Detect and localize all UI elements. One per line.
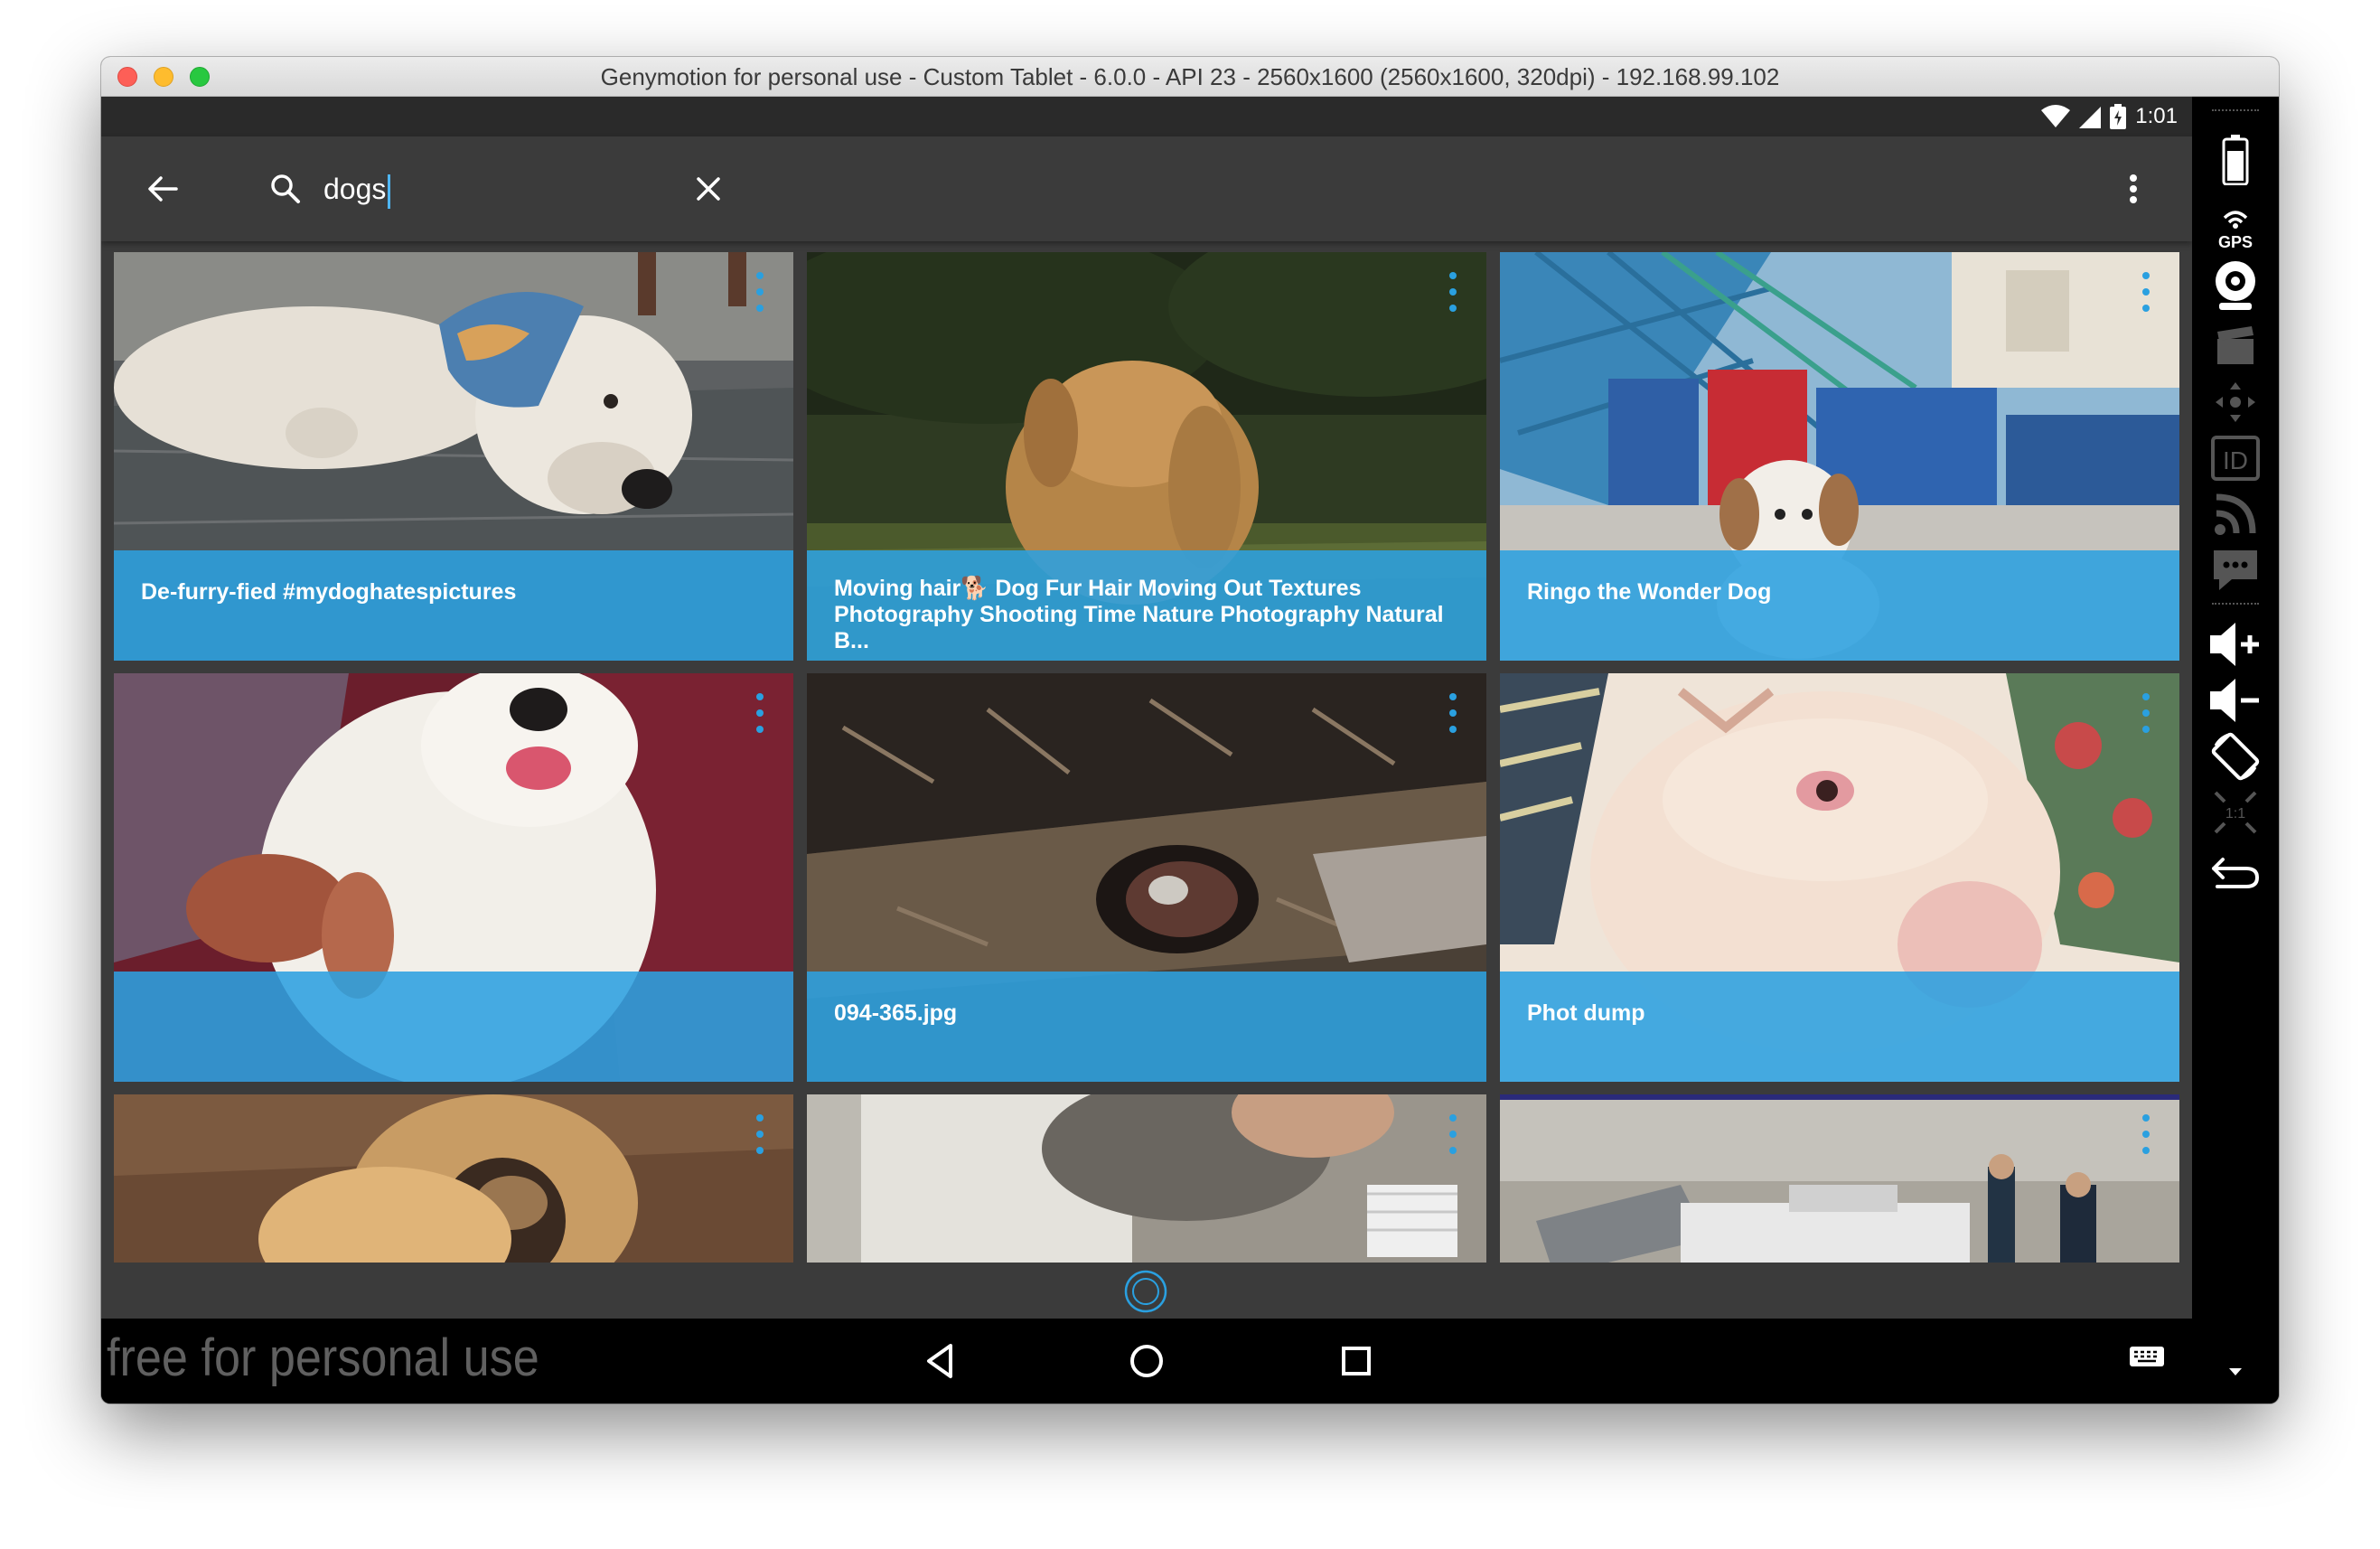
status-time: 1:01 <box>2135 104 2178 128</box>
svg-text:1:1: 1:1 <box>2225 806 2245 821</box>
signal-icon <box>2079 107 2102 128</box>
sidebar-divider <box>2212 603 2259 605</box>
device-id-icon[interactable]: ID <box>2208 431 2263 485</box>
card-overflow-icon[interactable] <box>2140 272 2152 312</box>
card-overflow-icon[interactable] <box>1447 272 1459 312</box>
overflow-menu-icon[interactable] <box>2120 169 2147 209</box>
search-icon <box>266 169 305 209</box>
caption-band: Moving hair🐕 Dog Fur Hair Moving Out Tex… <box>807 550 1486 661</box>
card-overflow-icon[interactable] <box>754 272 766 312</box>
emulator-window: Genymotion for personal use - Custom Tab… <box>101 57 2279 1403</box>
pixel-perfect-icon[interactable]: 1:1 <box>2208 785 2263 840</box>
search-results-grid[interactable]: De-furry-fied #mydoghatespictures Moving… <box>101 241 2192 1344</box>
result-card[interactable]: Moving hair🐕 Dog Fur Hair Moving Out Tex… <box>807 252 1486 661</box>
text-cursor <box>388 174 391 209</box>
genymotion-toolbar: GPS ID 1:1 <box>2192 97 2279 1403</box>
result-title: 094-365.jpg <box>834 1000 1459 1027</box>
caption-line: De-furry-fied #mydoghatespictures <box>141 579 517 605</box>
sidebar-divider <box>2212 109 2259 111</box>
webcam-icon[interactable] <box>2208 259 2263 314</box>
sms-icon[interactable] <box>2208 543 2263 597</box>
caption-band <box>114 972 793 1082</box>
svg-text:ID: ID <box>2223 446 2248 474</box>
card-overflow-icon[interactable] <box>2140 1114 2152 1154</box>
result-title: Phot dump <box>1527 1000 2152 1027</box>
volume-up-icon[interactable] <box>2208 617 2263 671</box>
search-query-text: dogs <box>323 173 387 205</box>
card-overflow-icon[interactable] <box>754 1114 766 1154</box>
nav-home-icon[interactable] <box>1126 1340 1167 1382</box>
search-toolbar: dogs <box>101 136 2192 241</box>
clear-icon[interactable] <box>689 169 728 209</box>
result-card[interactable]: Phot dump <box>1500 673 2179 1082</box>
caption-line: Ringo the Wonder Dog <box>1527 579 1772 605</box>
capture-icon[interactable] <box>2208 319 2263 373</box>
result-title: De-furry-fied #mydoghatespictures <box>141 579 766 606</box>
card-overflow-icon[interactable] <box>1447 693 1459 733</box>
card-overflow-icon[interactable] <box>1447 1114 1459 1154</box>
volume-down-icon[interactable] <box>2208 673 2263 728</box>
android-screen: 1:01 dogs De-furry-fied #mydoghatespictu… <box>101 97 2192 1403</box>
caption-band: Ringo the Wonder Dog <box>1500 550 2179 661</box>
status-bar: 1:01 <box>101 97 2192 136</box>
card-overflow-icon[interactable] <box>2140 693 2152 733</box>
back-arrow-icon[interactable] <box>141 167 184 211</box>
result-card[interactable]: 094-365.jpg <box>807 673 1486 1082</box>
loading-spinner-icon <box>1123 1269 1168 1314</box>
result-card[interactable]: De-furry-fied #mydoghatespictures <box>114 252 793 661</box>
window-titlebar[interactable]: Genymotion for personal use - Custom Tab… <box>101 57 2279 97</box>
wifi-icon <box>2041 105 2071 127</box>
watermark-text: free for personal use <box>107 1328 539 1387</box>
rotate-icon[interactable] <box>2208 729 2263 784</box>
card-overflow-icon[interactable] <box>754 693 766 733</box>
caption-band: Phot dump <box>1500 972 2179 1082</box>
battery-charging-icon <box>2110 104 2127 129</box>
result-card[interactable]: Ringo the Wonder Dog <box>1500 252 2179 661</box>
caption-line: Moving hair🐕 Dog Fur Hair Moving Out Tex… <box>834 576 1362 601</box>
android-back-icon[interactable] <box>2208 845 2263 899</box>
dpad-icon[interactable] <box>2208 375 2263 429</box>
result-title: Moving hair🐕 Dog Fur Hair Moving Out Tex… <box>834 576 1459 654</box>
search-input[interactable]: dogs <box>323 169 391 209</box>
result-card[interactable] <box>114 673 793 1082</box>
caption-band: De-furry-fied #mydoghatespictures <box>114 550 793 661</box>
caption-band: 094-365.jpg <box>807 972 1486 1082</box>
navigation-bar: free for personal use <box>101 1319 2192 1403</box>
network-icon[interactable] <box>2208 487 2263 541</box>
bottom-bar <box>101 1263 2192 1319</box>
caption-line: 094-365.jpg <box>834 1000 958 1026</box>
keyboard-icon[interactable] <box>2129 1346 2169 1376</box>
battery-icon[interactable] <box>2208 133 2263 187</box>
caption-line: Phot dump <box>1527 1000 1645 1026</box>
nav-back-icon[interactable] <box>920 1340 961 1382</box>
window-title: Genymotion for personal use - Custom Tab… <box>600 63 1780 90</box>
caption-line: Photography Shooting Time Nature Photogr… <box>834 602 1444 653</box>
nav-recents-icon[interactable] <box>1335 1340 1377 1382</box>
gps-icon[interactable]: GPS <box>2208 200 2263 254</box>
more-tools-icon[interactable] <box>2226 1366 2244 1378</box>
svg-text:GPS: GPS <box>2218 233 2253 250</box>
result-title: Ringo the Wonder Dog <box>1527 579 2152 606</box>
